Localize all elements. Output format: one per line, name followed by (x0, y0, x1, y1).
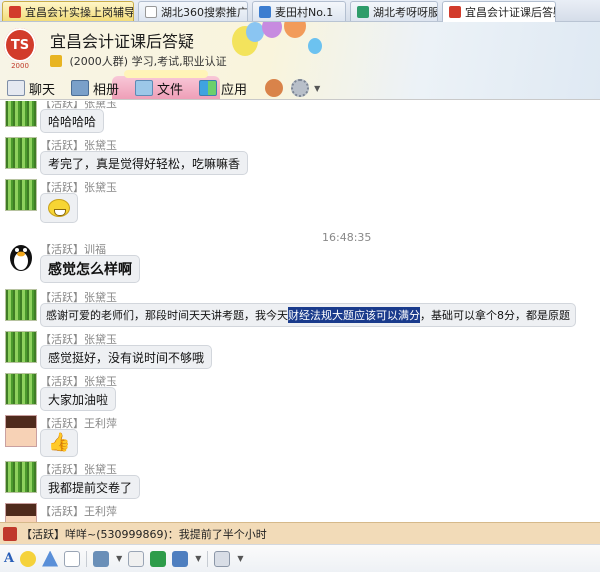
message-bubble: 大家加油啦 (40, 387, 117, 411)
group-desc-text: (2000人群) 学习,考试,职业认证 (69, 55, 227, 68)
chat-button[interactable]: 聊天 (3, 77, 59, 99)
avatar[interactable] (5, 137, 37, 169)
avatar[interactable] (5, 241, 37, 273)
toolbar-divider (86, 550, 88, 567)
screenshot-icon[interactable] (172, 550, 189, 567)
image-icon[interactable] (93, 550, 110, 567)
group-icon (259, 5, 271, 18)
message-text: 感谢可爱的老师们，那段时间天天讲考题，我今天 (46, 309, 288, 322)
avatar[interactable] (5, 373, 37, 405)
add-member-button[interactable] (261, 77, 287, 99)
chevron-down-icon[interactable]: ▼ (116, 554, 122, 563)
album-icon (71, 80, 90, 96)
gear-icon (291, 79, 310, 97)
message-bubble: 哈哈哈哈 (40, 109, 105, 133)
shake-icon[interactable] (64, 550, 81, 567)
message-bubble: 👍 (40, 429, 79, 457)
avatar[interactable] (5, 415, 37, 447)
avatar[interactable] (5, 289, 37, 321)
chat-history[interactable]: 【活跃】张黛玉 哈哈哈哈 【活跃】张黛玉 考完了，真是觉得好轻松，吃嘛嘛香 【活… (0, 101, 600, 522)
balloon-decoration (262, 22, 282, 38)
group-icon (357, 5, 369, 18)
chat-label: 聊天 (29, 82, 56, 98)
balloon-decoration (284, 22, 306, 38)
group-description: (2000人群) 学习,考试,职业认证 (50, 53, 227, 69)
tab-label: 麦田村No.1 (275, 5, 334, 19)
message-history-icon[interactable] (214, 550, 231, 567)
folder-icon (135, 80, 154, 96)
avatar[interactable] (5, 503, 37, 522)
group-toolbar: 聊天 相册 文件 应用 ▼ (0, 76, 600, 99)
group-logo[interactable]: TS (4, 28, 36, 62)
tab-label: 宜昌会计证课后答疑 (465, 6, 556, 19)
balloon-decoration (308, 38, 322, 54)
apps-label: 应用 (221, 82, 248, 98)
chevron-down-icon: ▼ (314, 83, 321, 93)
group-logo-sub: 2000 (11, 62, 29, 70)
magic-expression-icon[interactable] (42, 550, 59, 567)
tab-hubei-kaoyaya[interactable]: 湖北考呀呀服务 (350, 1, 438, 21)
tab-maitiancun[interactable]: 麦田村No.1 (252, 1, 346, 21)
notes-icon[interactable] (128, 550, 145, 567)
avatar-icon (3, 526, 17, 541)
notice-text: 【活跃】咩咩~(530999869)：我提前了半个小时 (21, 527, 267, 541)
penguin-icon (10, 245, 32, 271)
tab-bar: 宜昌会计实操上岗辅导 湖北360搜索推广 麦田村No.1 湖北考呀呀服务 宜昌会… (0, 0, 600, 22)
star-icon (50, 55, 62, 67)
latest-message-notice[interactable]: 【活跃】咩咩~(530999869)：我提前了半个小时 (0, 522, 600, 544)
selected-text: 财经法规大题应该可以满分 (288, 307, 420, 323)
emoji-icon[interactable] (20, 550, 37, 567)
tab-label: 宜昌会计实操上岗辅导 (25, 5, 134, 19)
apps-button[interactable]: 应用 (195, 77, 251, 99)
album-button[interactable]: 相册 (67, 77, 123, 99)
avatar[interactable] (5, 179, 37, 211)
tab-hubei-360[interactable]: 湖北360搜索推广 (138, 1, 248, 21)
avatar[interactable] (5, 461, 37, 493)
message-bubble: 感觉挺好，没有说时间不够哦 (40, 345, 213, 369)
tab-yichang-practice[interactable]: 宜昌会计实操上岗辅导 (2, 1, 134, 21)
music-icon[interactable] (150, 550, 167, 567)
group-icon (9, 5, 21, 18)
group-header: TS 2000 宜昌会计证课后答疑 (2000人群) 学习,考试,职业认证 聊天… (0, 22, 600, 100)
avatar[interactable] (5, 101, 37, 127)
message-timestamp: 16:48:35 (322, 231, 372, 244)
tab-label: 湖北考呀呀服务 (373, 5, 438, 19)
files-button[interactable]: 文件 (131, 77, 187, 99)
add-user-icon (265, 79, 284, 97)
message-bubble (40, 193, 78, 223)
sender-name: 【活跃】王利萍 (40, 505, 117, 518)
album-label: 相册 (93, 82, 120, 98)
message-bubble: 感觉怎么样啊 (40, 255, 140, 283)
message-text: ，基础可以拿个8分，都是原题 (420, 309, 570, 322)
chevron-down-icon[interactable]: ▼ (195, 554, 201, 563)
input-toolbar: A ▼ ▼ ▼ (0, 544, 600, 572)
toolbar-divider (207, 550, 209, 567)
grin-emoji-icon (48, 199, 70, 217)
tab-label: 湖北360搜索推广 (161, 5, 248, 19)
thumbs-up-icon: 👍 (48, 432, 71, 453)
message-bubble: 考完了，真是觉得好轻松，吃嘛嘛香 (40, 151, 249, 175)
message-bubble: 感谢可爱的老师们，那段时间天天讲考题，我今天 财经法规大题应该可以满分 ，基础可以拿… (40, 303, 576, 327)
settings-button[interactable]: ▼ (287, 77, 324, 99)
message-bubble: 我都提前交卷了 (40, 475, 141, 499)
input-area[interactable] (0, 572, 600, 586)
chat-icon (7, 80, 25, 96)
files-label: 文件 (157, 82, 184, 98)
avatar[interactable] (5, 331, 37, 363)
group-icon (449, 6, 461, 18)
tab-yichang-qa[interactable]: 宜昌会计证课后答疑 (442, 1, 556, 22)
font-icon[interactable]: A (4, 550, 14, 568)
apps-icon (199, 80, 218, 96)
group-name: 宜昌会计证课后答疑 (50, 32, 195, 51)
group-icon (145, 5, 157, 18)
chevron-down-icon[interactable]: ▼ (237, 554, 243, 563)
